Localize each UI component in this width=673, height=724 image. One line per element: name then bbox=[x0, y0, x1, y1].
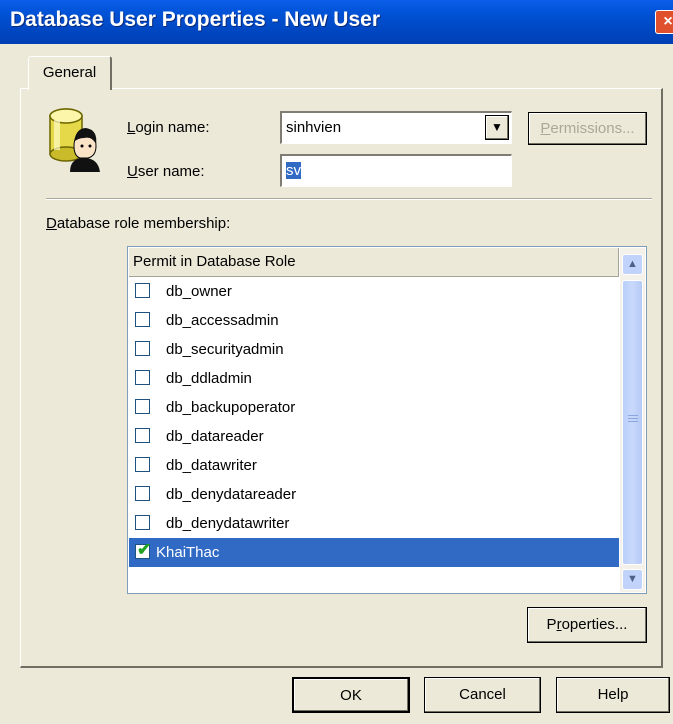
role-label: db_denydatawriter bbox=[166, 515, 290, 532]
scrollbar-thumb[interactable] bbox=[622, 280, 643, 565]
role-label: db_owner bbox=[166, 283, 232, 300]
role-row-db-datareader[interactable]: db_datareader bbox=[129, 422, 619, 451]
role-label: db_backupoperator bbox=[166, 399, 296, 416]
role-row-khaithac[interactable]: ✔ KhaiThac bbox=[129, 538, 619, 567]
title-bar[interactable]: Database User Properties - New User × bbox=[0, 0, 673, 44]
properties-button[interactable]: Properties... bbox=[527, 607, 647, 643]
scroll-down-icon[interactable]: ▼ bbox=[622, 569, 643, 590]
role-membership-label: Database role membership: bbox=[46, 215, 231, 232]
role-row-db-denydatareader[interactable]: db_denydatareader bbox=[129, 480, 619, 509]
role-label: db_datareader bbox=[166, 428, 264, 445]
role-checkbox-checked[interactable]: ✔ bbox=[135, 540, 151, 559]
role-checkbox[interactable] bbox=[135, 283, 150, 298]
separator bbox=[46, 198, 652, 200]
cancel-button[interactable]: Cancel bbox=[424, 677, 541, 713]
role-list[interactable]: Permit in Database Role db_owner db_acce… bbox=[127, 246, 647, 594]
close-icon[interactable]: × bbox=[655, 10, 673, 34]
role-row-db-owner[interactable]: db_owner bbox=[129, 277, 619, 306]
role-checkbox[interactable] bbox=[135, 341, 150, 356]
user-name-value: sv bbox=[286, 162, 301, 179]
login-name-combo[interactable]: sinhvien ▼ bbox=[280, 111, 512, 144]
role-row-db-backupoperator[interactable]: db_backupoperator bbox=[129, 393, 619, 422]
role-checkbox[interactable] bbox=[135, 457, 150, 472]
checkmark-icon: ✔ bbox=[137, 540, 152, 559]
role-label: db_datawriter bbox=[166, 457, 257, 474]
login-name-label: Login name: bbox=[127, 119, 210, 136]
role-row-db-securityadmin[interactable]: db_securityadmin bbox=[129, 335, 619, 364]
role-checkbox[interactable] bbox=[135, 515, 150, 530]
role-row-db-datawriter[interactable]: db_datawriter bbox=[129, 451, 619, 480]
role-row-db-accessadmin[interactable]: db_accessadmin bbox=[129, 306, 619, 335]
role-label: db_denydatareader bbox=[166, 486, 297, 503]
help-button[interactable]: Help bbox=[556, 677, 670, 713]
user-name-label: User name: bbox=[127, 163, 205, 180]
role-checkbox[interactable] bbox=[135, 312, 150, 327]
role-checkbox[interactable] bbox=[135, 399, 150, 414]
role-label: db_accessadmin bbox=[166, 312, 279, 329]
role-row-db-denydatawriter[interactable]: db_denydatawriter bbox=[129, 509, 619, 538]
grip-icon bbox=[628, 415, 638, 424]
scroll-up-icon[interactable]: ▲ bbox=[622, 254, 643, 275]
ok-button[interactable]: OK bbox=[292, 677, 410, 713]
role-row-db-ddladmin[interactable]: db_ddladmin bbox=[129, 364, 619, 393]
role-checkbox[interactable] bbox=[135, 486, 150, 501]
dropdown-arrow-icon[interactable]: ▼ bbox=[485, 115, 509, 140]
role-label: KhaiThac bbox=[156, 544, 220, 561]
permissions-button[interactable]: Permissions... bbox=[528, 112, 647, 145]
vertical-scrollbar[interactable]: ▲ ▼ bbox=[620, 248, 645, 592]
column-header-permit[interactable]: Permit in Database Role bbox=[129, 248, 619, 277]
user-name-field[interactable]: sv bbox=[280, 154, 512, 187]
window-title: Database User Properties - New User bbox=[10, 8, 380, 31]
role-label: db_securityadmin bbox=[166, 341, 284, 358]
login-name-value: sinhvien bbox=[286, 119, 342, 136]
role-checkbox[interactable] bbox=[135, 370, 150, 385]
role-checkbox[interactable] bbox=[135, 428, 150, 443]
role-label: db_ddladmin bbox=[166, 370, 252, 387]
user-database-icon bbox=[49, 108, 100, 172]
tab-general[interactable]: General bbox=[28, 56, 112, 90]
